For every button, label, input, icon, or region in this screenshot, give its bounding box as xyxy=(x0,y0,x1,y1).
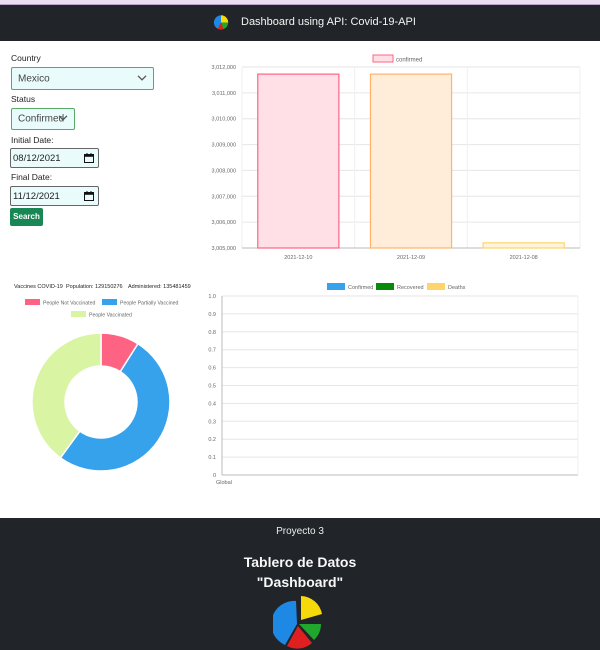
legend-label: confirmed xyxy=(396,58,422,64)
y-tick-label: 0.1 xyxy=(208,455,216,461)
final-date-label: Final Date: xyxy=(11,172,53,182)
y-tick-label: 3,011,000 xyxy=(212,91,236,97)
y-tick-label: 0.8 xyxy=(208,330,216,336)
status-select[interactable]: Confirmed xyxy=(11,108,75,130)
y-tick-label: 3,007,000 xyxy=(212,194,236,200)
chart-title: Vaccines COVID-19 xyxy=(14,284,63,290)
global-status-bar-chart: Confirmed Recovered Deaths 0 0.1 0.2 0.3 0.4 0.5… xyxy=(208,283,579,486)
legend-swatch xyxy=(102,299,117,305)
legend-label: Recovered xyxy=(397,285,424,291)
x-tick-label: 2021-12-10 xyxy=(284,255,312,261)
legend-swatch xyxy=(25,299,40,305)
initial-date-label: Initial Date: xyxy=(11,135,54,145)
confirmed-bar-chart: confirmed 3,005,000 3,006,000 3,007,000 3,00… xyxy=(212,54,581,261)
footer-title: Tablero de Datos xyxy=(243,554,357,570)
y-tick-label: 3,010,000 xyxy=(212,117,236,123)
administered-label: Administered: 135481459 xyxy=(128,284,191,290)
legend-label: Confirmed xyxy=(348,285,373,291)
calendar-icon[interactable] xyxy=(84,191,94,201)
legend-label: Deaths xyxy=(448,285,466,291)
x-tick-label: Global xyxy=(216,480,232,486)
footer: Proyecto 3 Tablero de Datos "Dashboard" xyxy=(0,518,600,650)
pie-chart-logo-icon xyxy=(213,15,229,30)
y-tick-label: 1.0 xyxy=(208,294,216,300)
calendar-icon[interactable] xyxy=(84,153,94,163)
x-tick-label: 2021-12-09 xyxy=(397,255,425,261)
legend-swatch xyxy=(327,283,345,290)
y-tick-label: 3,012,000 xyxy=(212,65,236,71)
legend-swatch xyxy=(376,283,394,290)
legend-swatch xyxy=(372,54,394,63)
status-label: Status xyxy=(11,94,36,104)
y-tick-label: 0.4 xyxy=(208,401,216,407)
legend-label: People Vaccinated xyxy=(89,313,132,319)
y-tick-label: 0.2 xyxy=(208,437,216,443)
navbar: Dashboard using API: Covid-19-API xyxy=(0,5,600,41)
y-tick-label: 0.6 xyxy=(208,366,216,372)
chevron-down-icon xyxy=(137,74,147,81)
country-label: Country xyxy=(11,53,41,63)
legend-swatch xyxy=(71,311,86,317)
final-date-value: 11/12/2021 xyxy=(13,191,60,202)
y-tick-label: 0.9 xyxy=(208,312,216,318)
legend-label: People Partially Vaccined xyxy=(120,301,179,307)
x-tick-label: 2021-12-08 xyxy=(510,255,538,261)
initial-date-input[interactable]: 08/12/2021 xyxy=(10,148,99,168)
vaccines-doughnut-chart: Vaccines COVID-19 Population: 129150276 Ad… xyxy=(14,284,191,472)
chevron-down-icon xyxy=(58,115,68,121)
y-tick-label: 0.7 xyxy=(208,348,216,354)
footer-project: Proyecto 3 xyxy=(276,526,324,537)
y-tick-label: 0.3 xyxy=(208,419,216,425)
app-title: Dashboard using API: Covid-19-API xyxy=(241,16,416,28)
y-tick-label: 3,006,000 xyxy=(212,220,236,226)
legend-label: People Not Vaccinated xyxy=(43,301,96,307)
pie-chart-logo-icon xyxy=(273,596,322,649)
population-label: Population: 129150276 xyxy=(66,284,123,290)
y-tick-label: 3,005,000 xyxy=(212,246,236,252)
y-tick-label: 3,009,000 xyxy=(212,143,236,149)
y-tick-label: 0.5 xyxy=(208,384,216,390)
y-tick-label: 0 xyxy=(213,473,216,479)
initial-date-value: 08/12/2021 xyxy=(13,153,61,164)
country-select-value: Mexico xyxy=(18,73,50,84)
bar xyxy=(482,242,565,249)
y-tick-label: 3,008,000 xyxy=(212,168,236,174)
country-select[interactable]: Mexico xyxy=(11,67,154,90)
footer-subtitle: "Dashboard" xyxy=(256,574,344,590)
search-button[interactable]: Search xyxy=(10,208,43,226)
bar xyxy=(257,73,340,249)
final-date-input[interactable]: 11/12/2021 xyxy=(10,186,99,206)
legend-swatch xyxy=(427,283,445,290)
bar xyxy=(369,73,453,249)
